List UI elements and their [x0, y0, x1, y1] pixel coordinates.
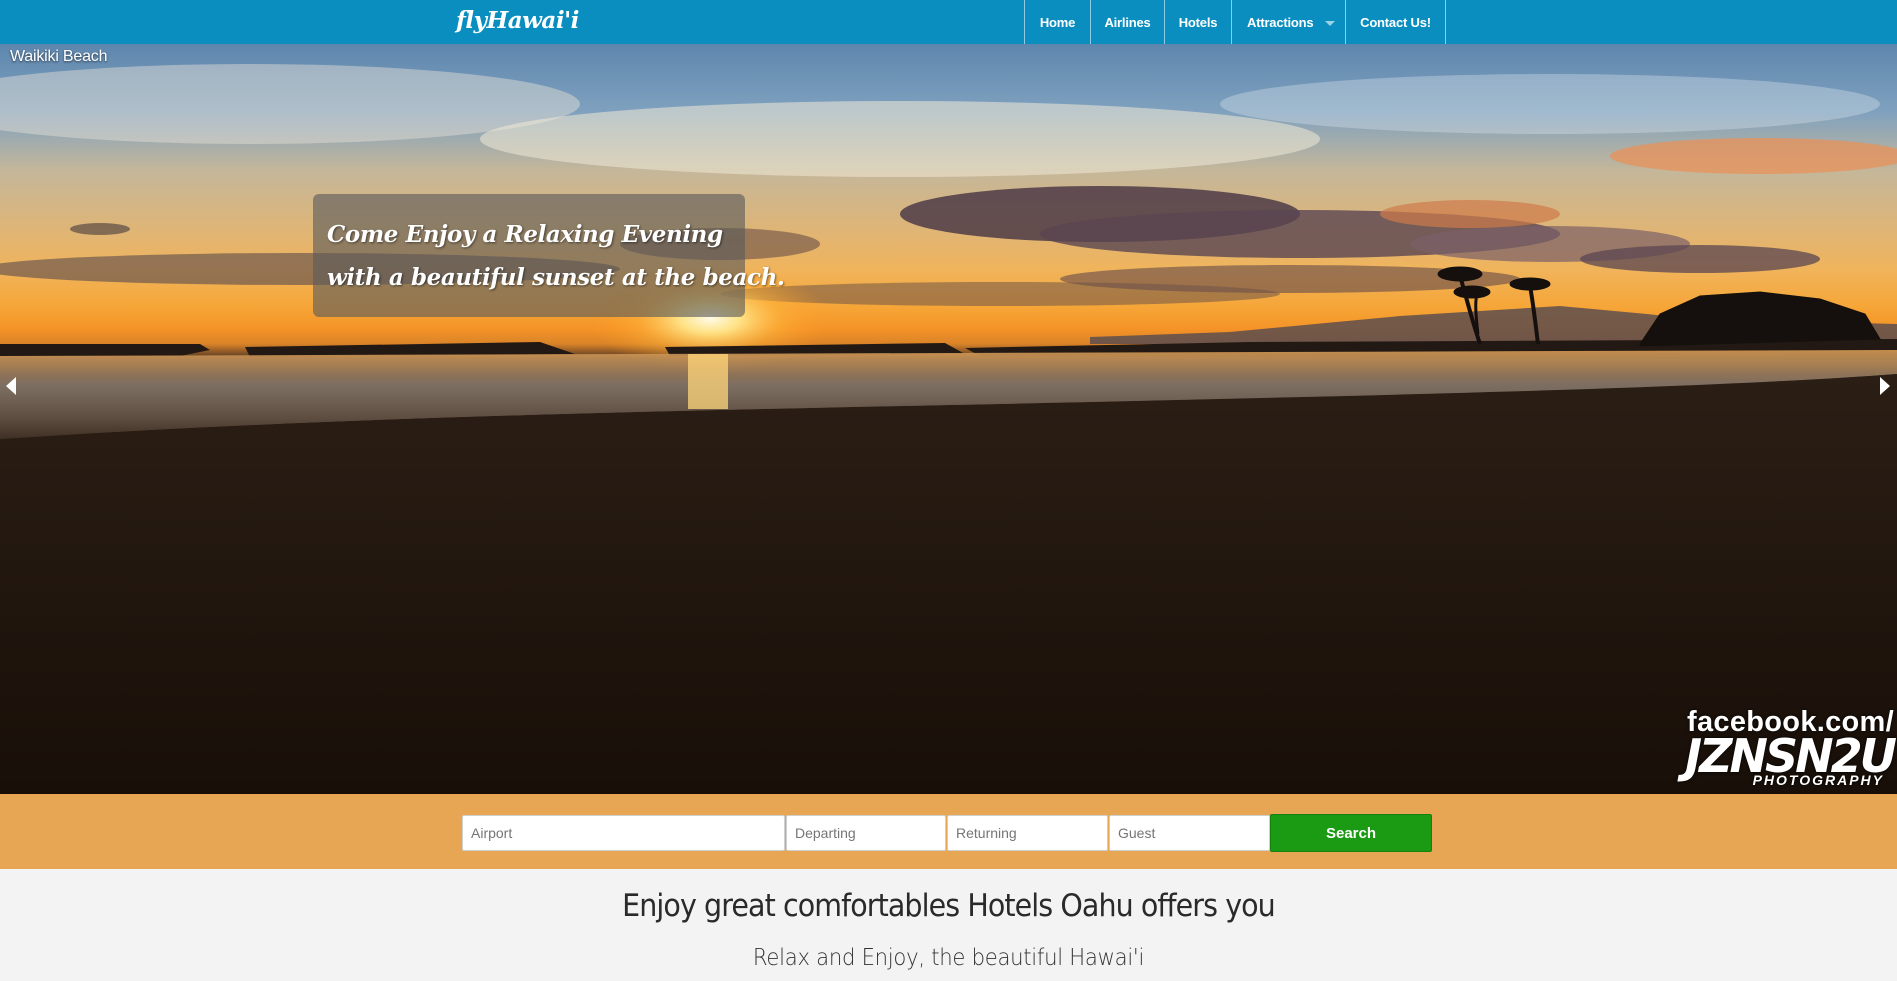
guest-input[interactable]: [1109, 815, 1270, 851]
airport-input[interactable]: [462, 815, 785, 851]
nav-attractions-label: Attractions: [1247, 14, 1314, 30]
search-bar: Search: [0, 794, 1897, 869]
nav-hotels[interactable]: Hotels: [1165, 0, 1232, 44]
hero-carousel: Waikiki Beach Come Enjoy a Relaxing Even…: [0, 44, 1897, 794]
departing-input[interactable]: [786, 815, 946, 851]
sunset-beach-image: [0, 64, 1897, 794]
slide-caption: Waikiki Beach: [10, 48, 108, 65]
page-subheadline: Relax and Enjoy, the beautiful Hawai'i: [752, 945, 1145, 971]
nav-attractions[interactable]: Attractions: [1232, 0, 1346, 44]
main-nav: Home Airlines Hotels Attractions Contact…: [1024, 0, 1446, 44]
nav-home[interactable]: Home: [1025, 0, 1091, 44]
nav-airlines[interactable]: Airlines: [1091, 0, 1165, 44]
nav-contact[interactable]: Contact Us!: [1346, 0, 1446, 44]
carousel-prev-icon[interactable]: [6, 377, 16, 395]
brand-logo[interactable]: flyHawai'i: [456, 7, 579, 34]
search-button[interactable]: Search: [1270, 814, 1432, 852]
carousel-next-icon[interactable]: [1880, 377, 1890, 395]
promo-caption-box: Come Enjoy a Relaxing Evening with a bea…: [313, 194, 785, 317]
top-navbar: flyHawai'i Home Airlines Hotels Attracti…: [0, 0, 1897, 44]
promo-line-1: Come Enjoy a Relaxing Evening: [327, 221, 723, 248]
page-headline: Enjoy great comfortables Hotels Oahu off…: [622, 888, 1276, 924]
photographer-watermark: facebook.com/ JZNSN2U PHOTOGRAPHY: [1604, 708, 1897, 788]
returning-input[interactable]: [947, 815, 1108, 851]
caret-down-icon: [1325, 20, 1336, 26]
promo-line-2: with a beautiful sunset at the beach.: [327, 264, 785, 291]
